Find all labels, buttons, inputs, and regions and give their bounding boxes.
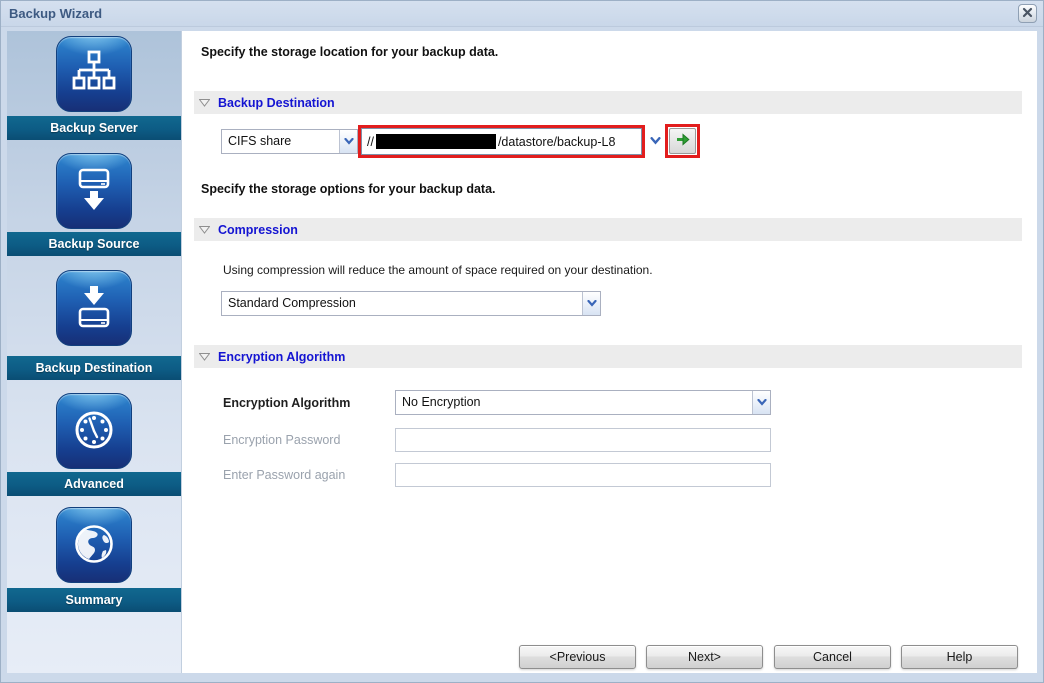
compression-description: Using compression will reduce the amount…: [223, 263, 653, 277]
collapse-triangle-icon: [198, 96, 211, 110]
storage-options-heading: Specify the storage options for your bac…: [201, 182, 496, 196]
path-prefix: //: [367, 134, 374, 149]
step-label: Backup Server: [50, 121, 138, 135]
compression-dropdown[interactable]: Standard Compression: [221, 291, 601, 316]
sidebar-item-backup-server[interactable]: Backup Server: [7, 116, 181, 140]
advanced-step-icon: [56, 393, 132, 469]
encryption-algorithm-label: Encryption Algorithm: [223, 396, 351, 410]
sidebar-item-backup-source[interactable]: Backup Source: [7, 232, 181, 256]
encryption-password-label: Encryption Password: [223, 433, 341, 447]
encryption-password-field[interactable]: [395, 428, 771, 452]
compression-value: Standard Compression: [228, 296, 356, 310]
globe-icon: [70, 520, 118, 571]
titlebar: Backup Wizard: [1, 1, 1043, 27]
backup-destination-section-header[interactable]: Backup Destination: [194, 91, 1022, 114]
sidebar-item-backup-destination[interactable]: Backup Destination: [7, 356, 181, 380]
window-title: Backup Wizard: [9, 6, 103, 21]
share-type-value: CIFS share: [228, 134, 292, 148]
chevron-down-icon[interactable]: [752, 391, 770, 414]
green-arrow-right-icon: [675, 131, 691, 151]
storage-location-heading: Specify the storage location for your ba…: [201, 45, 499, 59]
wizard-steps-sidebar: Backup Server Backup Source Backup Desti…: [7, 31, 182, 673]
sidebar-item-advanced[interactable]: Advanced: [7, 472, 181, 496]
backup-source-step-icon: [56, 153, 132, 229]
cancel-button-label: Cancel: [813, 650, 852, 664]
backup-wizard-dialog: Backup Wizard Backup Server Backup Sourc…: [0, 0, 1044, 683]
summary-step-icon: [56, 507, 132, 583]
confirm-password-label: Enter Password again: [223, 468, 346, 482]
redacted-server-name: [375, 134, 496, 149]
path-suffix: /datastore/backup-L8: [497, 134, 616, 149]
destination-path-annotation: // /datastore/backup-L8: [358, 125, 645, 158]
step-label: Backup Destination: [35, 361, 153, 375]
chevron-down-icon: [649, 134, 661, 148]
next-button-label: Next>: [687, 650, 721, 664]
confirm-password-field[interactable]: [395, 463, 771, 487]
step-label: Backup Source: [48, 237, 140, 251]
collapse-triangle-icon: [198, 350, 211, 364]
network-icon: [70, 49, 118, 100]
destination-path-dropdown-trigger[interactable]: [647, 131, 663, 151]
section-title: Compression: [218, 222, 298, 237]
step-label: Advanced: [64, 477, 124, 491]
previous-button[interactable]: <Previous: [519, 645, 636, 669]
close-button[interactable]: [1018, 4, 1037, 23]
encryption-algorithm-dropdown[interactable]: No Encryption: [395, 390, 771, 415]
chevron-down-icon[interactable]: [339, 130, 357, 153]
section-title: Backup Destination: [218, 95, 335, 110]
wizard-content: Specify the storage location for your ba…: [182, 31, 1037, 673]
help-button-label: Help: [946, 650, 973, 664]
clock-icon: [70, 406, 118, 457]
go-button-annotation: [665, 124, 700, 158]
collapse-triangle-icon: [198, 223, 211, 237]
encryption-section-header[interactable]: Encryption Algorithm: [194, 345, 1022, 368]
x-icon: [1022, 7, 1033, 21]
next-button[interactable]: Next>: [646, 645, 763, 669]
help-button[interactable]: Help: [901, 645, 1018, 669]
encryption-algorithm-value: No Encryption: [402, 395, 481, 409]
destination-path-input[interactable]: // /datastore/backup-L8: [361, 128, 642, 155]
backup-destination-step-icon: [56, 270, 132, 346]
step-label: Summary: [65, 593, 123, 607]
section-title: Encryption Algorithm: [218, 349, 346, 364]
previous-button-label: <Previous: [549, 650, 606, 664]
connect-go-button[interactable]: [669, 128, 696, 154]
drive-down-arrow-icon: [70, 166, 118, 217]
compression-section-header[interactable]: Compression: [194, 218, 1022, 241]
backup-server-step-icon: [56, 36, 132, 112]
arrow-into-drive-icon: [70, 283, 118, 334]
cancel-button[interactable]: Cancel: [774, 645, 891, 669]
sidebar-item-summary[interactable]: Summary: [7, 588, 181, 612]
share-type-dropdown[interactable]: CIFS share: [221, 129, 358, 154]
chevron-down-icon[interactable]: [582, 292, 600, 315]
